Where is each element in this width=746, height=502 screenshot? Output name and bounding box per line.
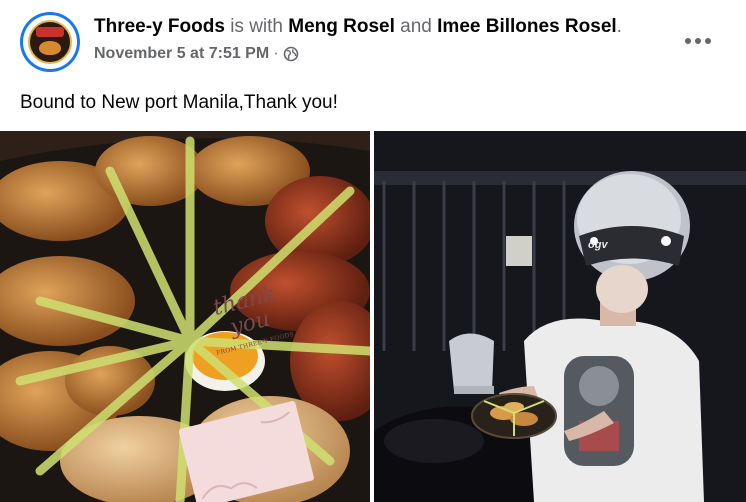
food-tray-illustration <box>0 131 370 502</box>
tagged-user-2-link[interactable]: Imee Billones Rosel <box>437 16 617 37</box>
author-link[interactable]: Three-y Foods <box>94 16 225 37</box>
post-title: Three-y Foods is with Meng Rosel and Ime… <box>94 14 622 40</box>
tagged-user-1-link[interactable]: Meng Rosel <box>288 16 395 37</box>
photo-delivery-rider[interactable]: ogv <box>374 131 746 502</box>
more-dot <box>705 38 711 44</box>
post-meta: November 5 at 7:51 PM · <box>94 44 299 64</box>
more-dot <box>695 38 701 44</box>
logo-dish <box>39 41 61 55</box>
title-period: . <box>616 16 622 37</box>
helmet-brand: ogv <box>588 239 608 251</box>
more-dot <box>685 38 691 44</box>
photo-food-tray[interactable]: thank you FROM THREE-Y FOODS <box>0 131 370 502</box>
three-y-foods-logo <box>28 20 72 64</box>
avatar-frame <box>23 15 77 69</box>
post-timestamp-link[interactable]: November 5 at 7:51 PM <box>94 44 269 64</box>
logo-banner <box>36 27 64 37</box>
post-header: Three-y Foods is with Meng Rosel and Ime… <box>0 0 746 84</box>
meta-separator: · <box>273 45 279 62</box>
globe-icon[interactable] <box>283 46 299 62</box>
delivery-rider-illustration <box>374 131 746 502</box>
and-text: and <box>400 16 432 37</box>
more-options-icon[interactable] <box>680 28 716 54</box>
post-caption: Bound to New port Manila,Thank you! <box>20 92 338 113</box>
with-text: is with <box>230 16 283 37</box>
page-avatar[interactable] <box>20 12 80 72</box>
